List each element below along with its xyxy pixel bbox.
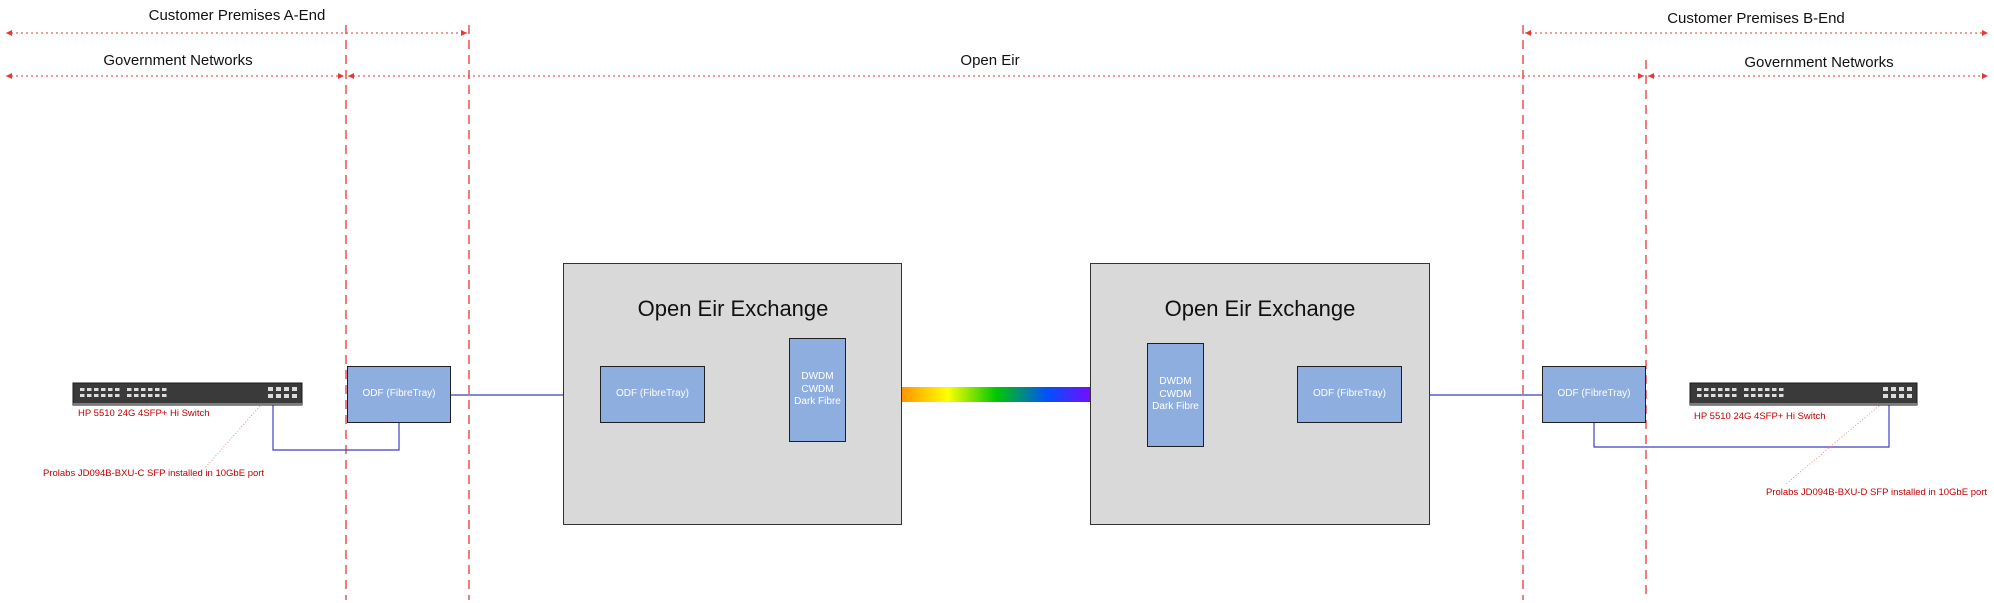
dwdm-2-line-2: CWDM <box>1159 388 1192 400</box>
dwdm-1-line-2: CWDM <box>801 383 834 395</box>
odf-box-customer-b: ODF (FibreTray) <box>1542 366 1646 423</box>
dwdm-2-line-1: DWDM <box>1159 376 1192 388</box>
zone-boundaries <box>345 25 1647 600</box>
sfp-note-left: Prolabs JD094B-BXU-C SFP installed in 10… <box>43 468 265 479</box>
switch-left <box>72 382 303 406</box>
dwdm-1-line-3: Dark Fibre <box>794 396 841 408</box>
switch-label-right: HP 5510 24G 4SFP+ Hi Switch <box>1694 411 1826 422</box>
leader-sfp-left <box>204 396 269 469</box>
sfp-note-right: Prolabs JD094B-BXU-D SFP installed in 10… <box>1766 487 1988 498</box>
dwdm-box-exchange-1: DWDM CWDM Dark Fibre <box>789 338 846 442</box>
switch-label-left: HP 5510 24G 4SFP+ Hi Switch <box>78 408 210 419</box>
zone-label-gov-left: Government Networks <box>103 52 253 69</box>
zone-label-a-end: Customer Premises A-End <box>148 7 326 24</box>
switch-right <box>1689 382 1918 406</box>
zone-label-b-end: Customer Premises B-End <box>1667 10 1845 27</box>
dwdm-1-line-1: DWDM <box>801 371 834 383</box>
diagram-canvas <box>6 25 1988 600</box>
exchange-2-title: Open Eir Exchange <box>1164 296 1356 321</box>
zone-label-gov-right: Government Networks <box>1744 54 1894 71</box>
odf-box-exchange-1: ODF (FibreTray) <box>600 366 705 423</box>
odf-box-customer-a: ODF (FibreTray) <box>347 366 451 423</box>
dwdm-box-exchange-2: DWDM CWDM Dark Fibre <box>1147 343 1204 447</box>
odf-box-exchange-2: ODF (FibreTray) <box>1297 366 1402 423</box>
exchange-1-title: Open Eir Exchange <box>637 296 829 321</box>
zone-label-open-eir: Open Eir <box>960 52 1020 69</box>
dwdm-2-line-3: Dark Fibre <box>1152 401 1199 413</box>
